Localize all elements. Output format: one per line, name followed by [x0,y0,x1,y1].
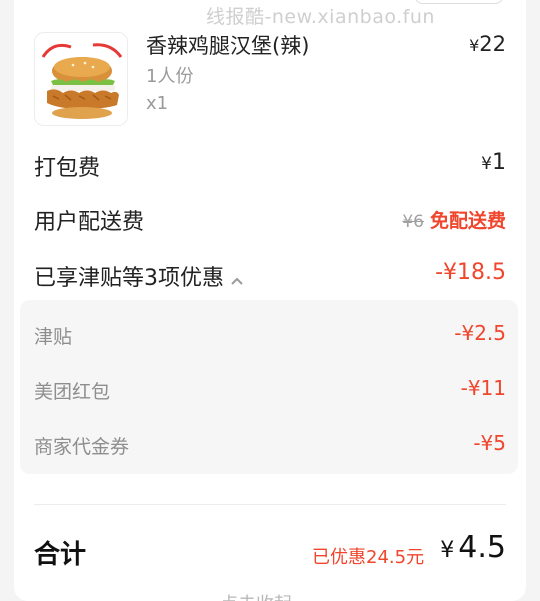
product-price-value: 22 [479,32,506,56]
burger-icon [35,33,127,125]
product-spec: 1人份 [146,66,194,87]
product-price: ¥22 [469,32,506,56]
discount-item-value: -¥5 [473,431,506,455]
discount-summary-label: 已享津贴等3项优惠 [34,266,224,291]
product-image[interactable] [34,32,128,126]
total-label: 合计 [34,540,87,570]
delivery-fee-label: 用户配送费 [34,210,145,235]
delivery-fee-value: ¥6 免配送费 [402,206,506,233]
discount-summary-toggle[interactable]: 已享津贴等3项优惠 [34,260,244,292]
watermark: 线报酷-new.xianbao.fun [206,6,435,28]
product-quantity: x1 [146,93,169,114]
currency-symbol: ¥ [481,154,492,174]
packing-fee-amount: 1 [492,150,506,175]
currency-symbol: ¥ [440,538,455,563]
discount-item-label: 商家代金券 [34,436,130,458]
packing-fee-value: ¥1 [481,150,506,175]
collapse-link[interactable]: 点击收起 [220,590,292,601]
total-saved-text: 已优惠24.5元 [312,547,425,568]
discount-item-value: -¥2.5 [454,321,506,345]
delivery-original-fee: ¥6 [402,212,424,232]
product-name: 香辣鸡腿汉堡(辣) [146,34,310,58]
free-delivery-label: 免配送费 [429,210,506,232]
packing-fee-label: 打包费 [34,156,101,181]
divider [34,504,506,505]
discount-total: -¥18.5 [435,260,506,285]
currency-symbol: ¥ [469,36,480,55]
discount-item-label: 美团红包 [34,381,111,403]
chevron-up-icon [230,267,244,292]
total-amount: ¥4.5 [440,530,506,565]
discount-item-value: -¥11 [460,376,506,400]
discount-item-label: 津贴 [34,326,73,348]
total-amount-value: 4.5 [458,530,506,565]
